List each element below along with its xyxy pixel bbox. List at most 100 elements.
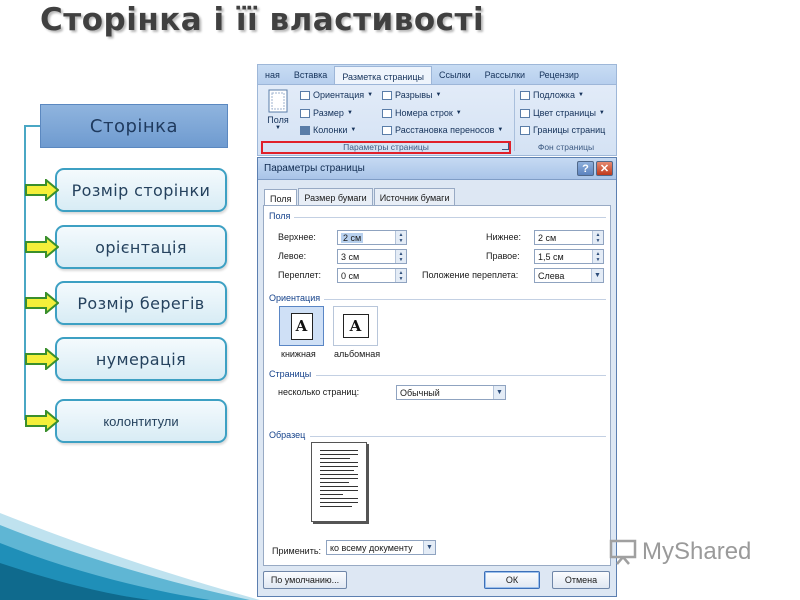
ribbon-tab-mailings[interactable]: Рассылки <box>478 65 532 84</box>
gutter-label: Переплет: <box>278 270 321 280</box>
margins-icon <box>268 89 288 113</box>
top-margin-input[interactable]: 2 см ▲ ▼ <box>337 230 407 245</box>
help-icon[interactable]: ? <box>577 161 594 176</box>
chevron-down-icon: ▼ <box>350 127 357 133</box>
bottom-margin-input[interactable]: 2 см ▲ ▼ <box>534 230 604 245</box>
tree-connector-vertical <box>24 126 26 420</box>
dialog-panel: Поля Верхнее: 2 см ▲ ▼ Нижнее: 2 см ▲ ▼ Лево… <box>263 205 611 566</box>
arrow-right-icon <box>25 179 59 201</box>
section-divider <box>324 299 606 300</box>
orientation-label: Ориентация <box>313 90 365 100</box>
watermark-button[interactable]: Подложка ▼ <box>520 90 584 100</box>
section-divider <box>310 436 606 437</box>
chevron-down-icon[interactable]: ▼ <box>423 541 435 554</box>
size-button[interactable]: Размер ▼ <box>300 108 353 118</box>
multiple-pages-value: Обычный <box>400 388 440 398</box>
page-color-icon <box>520 108 530 118</box>
columns-label: Колонки <box>313 125 348 135</box>
diagram-item-margins: Розмір берегів <box>55 281 227 325</box>
breaks-button[interactable]: Разрывы ▼ <box>382 90 441 100</box>
top-margin-value: 2 см <box>341 233 364 243</box>
line-numbers-icon <box>382 108 392 118</box>
landscape-page-icon: A <box>342 314 369 338</box>
chevron-down-icon[interactable]: ▼ <box>493 386 505 399</box>
ribbon-tab-page-layout[interactable]: Разметка страницы <box>334 66 432 84</box>
section-divider <box>294 217 606 218</box>
multiple-pages-select[interactable]: Обычный ▼ <box>396 385 506 400</box>
chevron-down-icon: ▼ <box>435 92 442 98</box>
diagram-root-label: Сторінка <box>89 115 179 137</box>
diagram-item-label: орієнтація <box>95 237 187 257</box>
page-borders-label: Границы страниц <box>533 125 606 135</box>
ribbon-tab-review[interactable]: Рецензир <box>532 65 586 84</box>
chevron-down-icon: ▼ <box>275 125 281 131</box>
page-color-label: Цвет страницы <box>533 108 596 118</box>
line-numbers-button[interactable]: Номера строк ▼ <box>382 108 462 118</box>
ribbon-body: Поля ▼ Ориентация ▼ Размер ▼ Колонки ▼ Разр… <box>258 85 616 155</box>
chevron-down-icon: ▼ <box>367 92 374 98</box>
diagram-item-label: нумерація <box>95 349 187 369</box>
hyphenation-button[interactable]: Расстановка переносов ▼ <box>382 125 503 135</box>
chevron-down-icon: ▼ <box>455 110 462 116</box>
top-margin-label: Верхнее: <box>278 232 316 242</box>
left-margin-input[interactable]: 3 см ▲ ▼ <box>337 249 407 264</box>
left-margin-value: 3 см <box>341 252 360 262</box>
page-color-button[interactable]: Цвет страницы ▼ <box>520 108 605 118</box>
ribbon-tab-insert[interactable]: Вставка <box>287 65 334 84</box>
size-icon <box>300 108 310 118</box>
chevron-down-icon: ▼ <box>577 92 584 98</box>
fields-button-label: Поля <box>267 115 289 125</box>
spinner-arrows-icon[interactable]: ▲ ▼ <box>592 231 603 244</box>
portrait-option[interactable]: A <box>279 306 324 346</box>
gutter-position-value: Слева <box>538 271 565 281</box>
page-borders-icon <box>520 125 530 135</box>
gutter-position-select[interactable]: Слева ▼ <box>534 268 604 283</box>
gutter-input[interactable]: 0 см ▲ ▼ <box>337 268 407 283</box>
cancel-button[interactable]: Отмена <box>552 571 610 589</box>
section-pages: Страницы <box>269 369 312 379</box>
apply-to-select[interactable]: ко всему документу ▼ <box>326 540 436 555</box>
orientation-options: A A книжная альбомная <box>279 306 399 364</box>
ribbon-tab-references[interactable]: Ссылки <box>432 65 478 84</box>
orientation-icon <box>300 90 310 100</box>
diagram-item-label: колонтитули <box>103 413 179 429</box>
set-default-button[interactable]: По умолчанию... <box>263 571 347 589</box>
diagram-item-orientation: орієнтація <box>55 225 227 269</box>
diagram-item-numbering: нумерація <box>55 337 227 381</box>
fields-button[interactable]: Поля ▼ <box>264 89 292 139</box>
right-margin-input[interactable]: 1,5 см ▲ ▼ <box>534 249 604 264</box>
right-margin-label: Правое: <box>486 251 520 261</box>
group-separator <box>514 89 515 151</box>
orientation-button[interactable]: Ориентация ▼ <box>300 90 373 100</box>
gutter-position-label: Положение переплета: <box>422 270 519 280</box>
diagram-item-page-size: Розмір сторінки <box>55 168 227 212</box>
chevron-down-icon: ▼ <box>497 127 504 133</box>
close-icon[interactable]: ✕ <box>596 161 613 176</box>
spinner-arrows-icon[interactable]: ▲ ▼ <box>395 250 406 263</box>
left-margin-label: Левое: <box>278 251 307 261</box>
spinner-arrows-icon[interactable]: ▲ ▼ <box>395 231 406 244</box>
bottom-margin-label: Нижнее: <box>486 232 522 242</box>
chevron-down-icon[interactable]: ▼ <box>591 269 603 282</box>
spinner-arrows-icon[interactable]: ▲ ▼ <box>395 269 406 282</box>
watermark-text: MyShared <box>642 538 752 565</box>
section-margins: Поля <box>269 211 291 221</box>
hyphenation-label: Расстановка переносов <box>395 125 495 135</box>
columns-button[interactable]: Колонки ▼ <box>300 125 356 135</box>
section-orientation: Ориентация <box>269 293 321 303</box>
line-numbers-label: Номера строк <box>395 108 453 118</box>
breaks-icon <box>382 90 392 100</box>
ok-button[interactable]: ОК <box>484 571 540 589</box>
hyphenation-icon <box>382 125 392 135</box>
columns-icon <box>300 125 310 135</box>
diagram-root: Сторінка <box>40 104 228 148</box>
bottom-margin-value: 2 см <box>538 233 557 243</box>
spinner-arrows-icon[interactable]: ▲ ▼ <box>592 250 603 263</box>
page-borders-button[interactable]: Границы страниц <box>520 125 605 135</box>
ribbon-tab-home[interactable]: ная <box>258 65 287 84</box>
arrow-right-icon <box>25 348 59 370</box>
portrait-page-icon: A <box>290 312 313 340</box>
landscape-glyph: A <box>349 317 362 335</box>
diagram-item-label: Розмір сторінки <box>71 180 211 200</box>
landscape-option[interactable]: A <box>333 306 378 346</box>
